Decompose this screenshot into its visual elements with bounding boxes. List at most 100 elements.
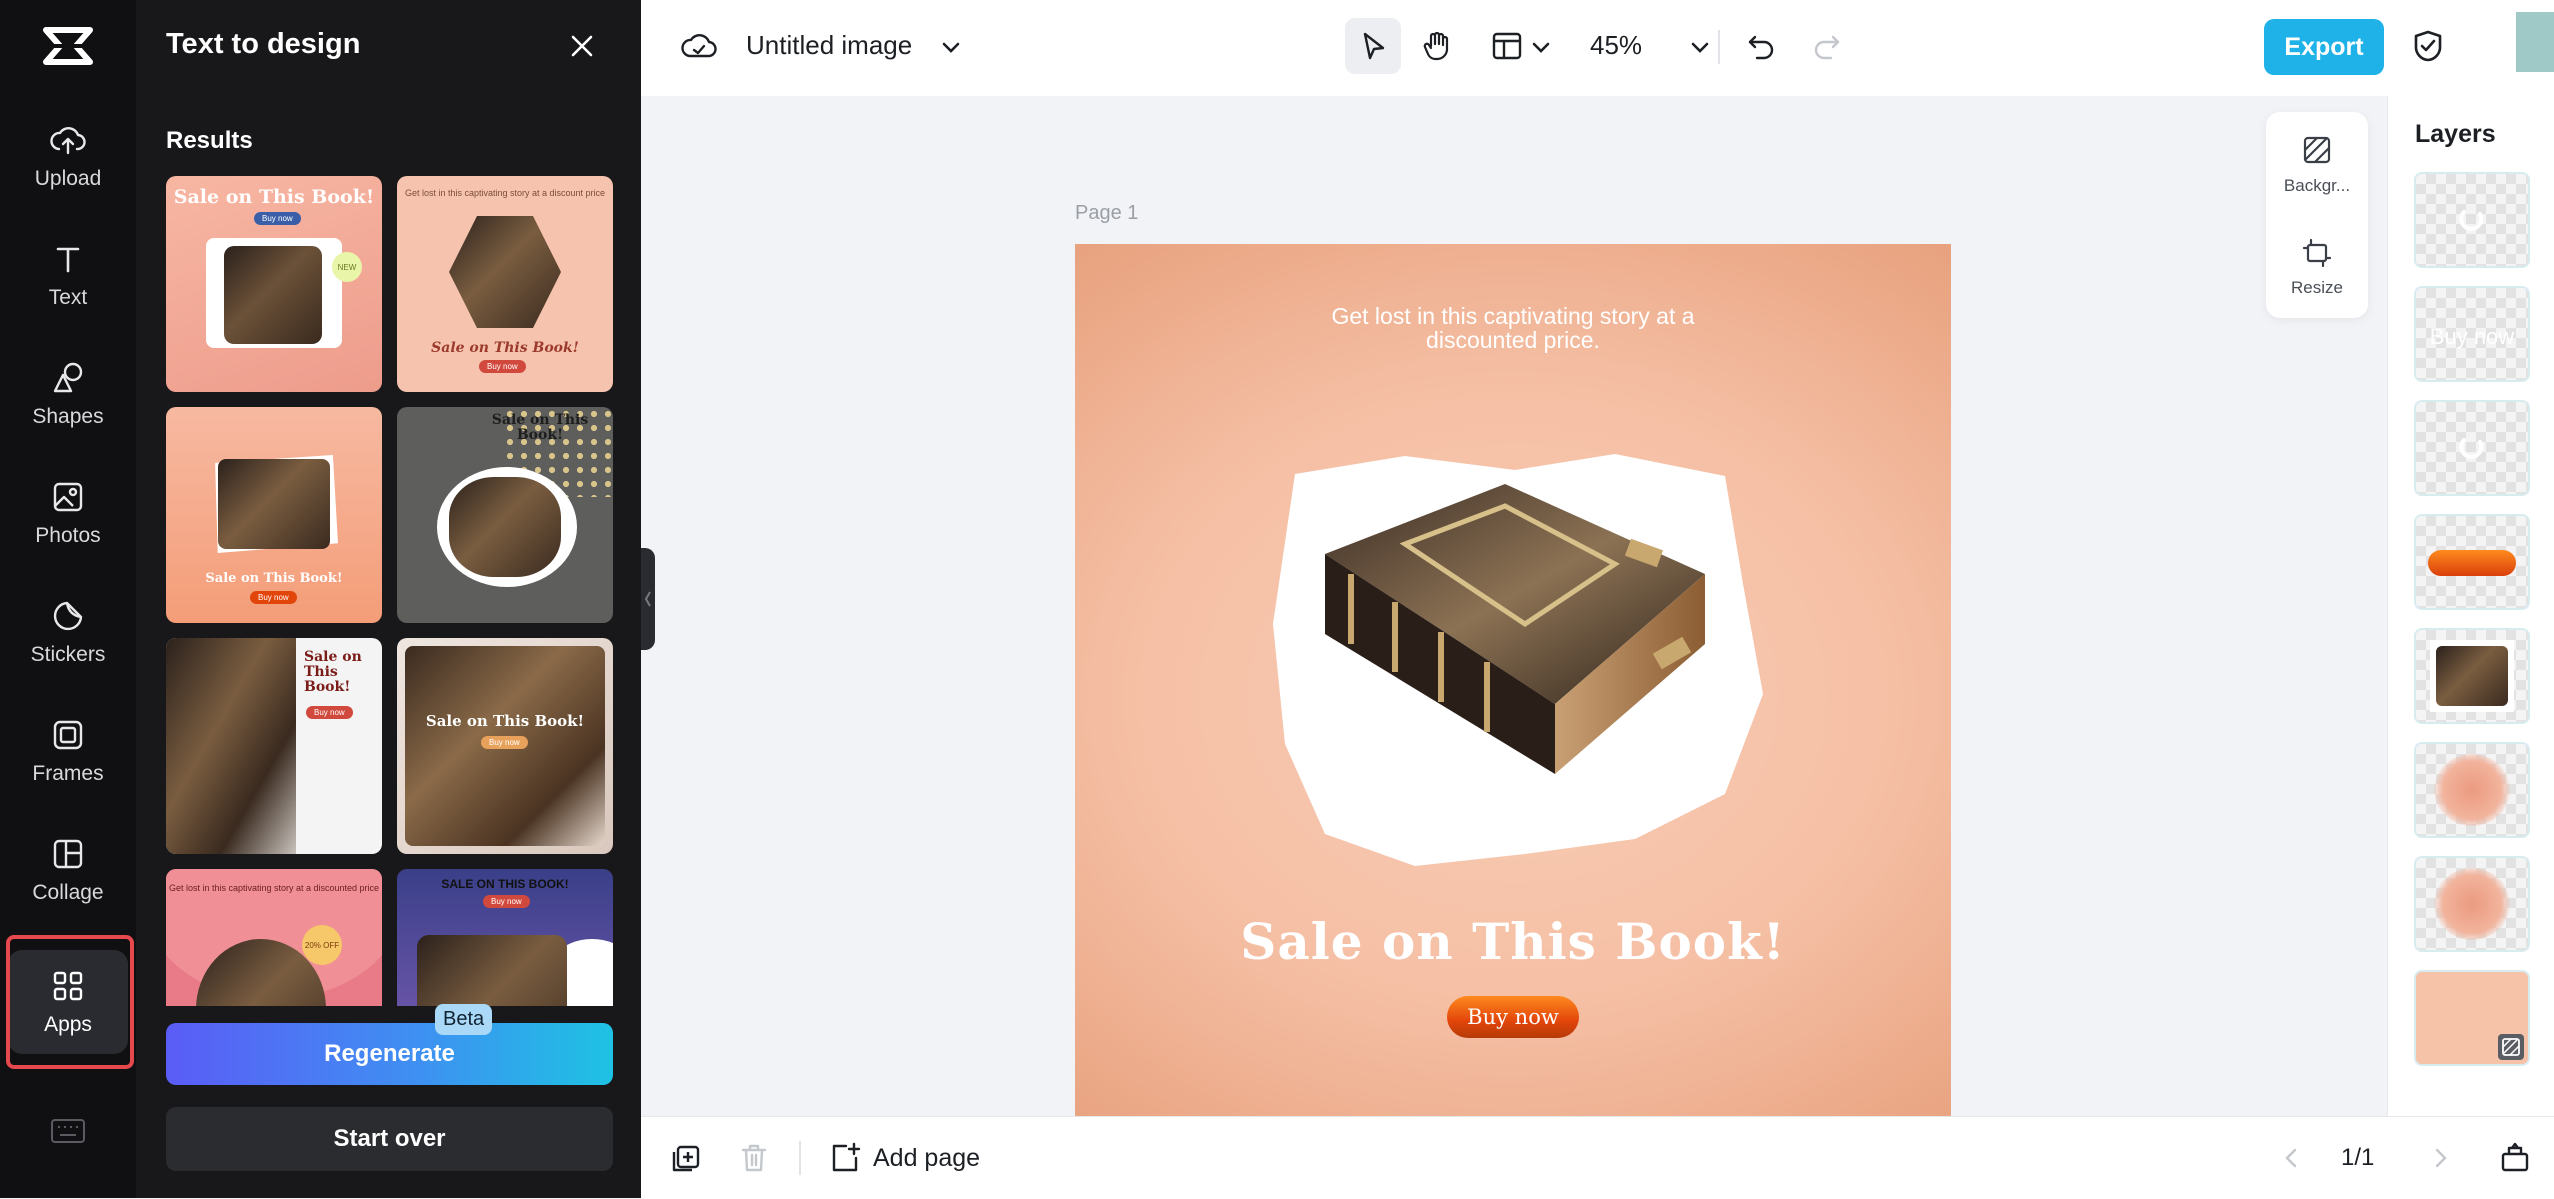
start-over-button[interactable]: Start over	[166, 1107, 613, 1171]
rail-item-stickers[interactable]: Stickers	[8, 580, 128, 684]
apps-selection-highlight	[6, 935, 134, 1069]
duplicate-page-icon[interactable]	[666, 1138, 706, 1178]
add-page-button[interactable]: Add page	[873, 1144, 980, 1173]
layers-title: Layers	[2415, 120, 2496, 148]
chevron-down-icon[interactable]	[931, 28, 971, 68]
thumbnail-heading: Sale on This Book!	[425, 712, 585, 730]
trash-icon[interactable]	[734, 1138, 774, 1178]
loading-spinner-icon	[2459, 438, 2484, 459]
thumbnail-heading: Sale on This Book!	[491, 412, 589, 443]
result-thumbnail-5[interactable]: Sale on This Book! Buy now	[166, 638, 382, 854]
layer-item-1[interactable]	[2414, 172, 2530, 268]
resize-icon	[2302, 238, 2332, 268]
rail-item-photos[interactable]: Photos	[8, 461, 128, 565]
layer-item-2[interactable]: Buy now	[2414, 286, 2530, 382]
thumbnail-heading: Sale on This Book!	[431, 340, 579, 356]
thumbnail-button: Buy now	[479, 360, 526, 373]
layer-blur-preview	[2434, 868, 2510, 940]
thumbnail-subtitle: Get lost in this captivating story at a …	[168, 883, 380, 893]
rail-item-upload[interactable]: Upload	[8, 104, 128, 208]
rail-item-label: Upload	[34, 167, 102, 190]
avatar[interactable]	[2516, 12, 2554, 72]
toolbar-divider	[799, 1141, 801, 1175]
keyboard-shortcuts-icon[interactable]	[50, 1118, 86, 1144]
rail-item-label: Stickers	[30, 643, 106, 666]
pages-panel-icon[interactable]	[2495, 1138, 2535, 1178]
rail-item-label: Text	[48, 286, 88, 309]
layer-item-7[interactable]	[2414, 856, 2530, 952]
shield-check-icon[interactable]	[2408, 26, 2448, 66]
loading-spinner-icon	[2459, 210, 2484, 231]
page-subtitle-text[interactable]: Get lost in this captivating story at a …	[1305, 304, 1721, 352]
page-label: Page 1	[1075, 202, 1139, 224]
results-grid: Sale on This Book! Buy now NEW Get lost …	[166, 176, 613, 1006]
thumbnail-heading: Sale on This Book!	[205, 571, 343, 586]
thumbnail-subtitle: Get lost in this captivating story at a …	[404, 188, 606, 198]
page-count: 1/1	[2341, 1144, 2375, 1171]
redo-icon[interactable]	[1807, 26, 1847, 66]
result-thumbnail-3[interactable]: Sale on This Book! Buy now	[166, 407, 382, 623]
buy-now-button[interactable]: Buy now	[1447, 996, 1579, 1038]
book-image	[218, 459, 330, 549]
results-label: Results	[166, 127, 253, 154]
result-thumbnail-7[interactable]: Get lost in this captivating story at a …	[166, 869, 382, 1006]
layer-item-6[interactable]	[2414, 742, 2530, 838]
chevron-down-icon[interactable]	[1521, 28, 1561, 68]
layer-item-4[interactable]	[2414, 514, 2530, 610]
add-page-icon[interactable]	[826, 1138, 866, 1178]
photos-icon	[53, 482, 83, 512]
rail-item-collage[interactable]: Collage	[8, 818, 128, 922]
document-title[interactable]: Untitled image	[746, 30, 912, 61]
thumbnail-heading: Sale on This Book!	[304, 649, 362, 695]
rail-item-text[interactable]: Text	[8, 223, 128, 327]
result-thumbnail-1[interactable]: Sale on This Book! Buy now NEW	[166, 176, 382, 392]
result-thumbnail-2[interactable]: Get lost in this captivating story at a …	[397, 176, 613, 392]
capcut-logo-icon[interactable]	[40, 24, 96, 68]
rail-item-label: Photos	[35, 524, 101, 547]
background-icon	[2303, 136, 2331, 164]
layer-item-5[interactable]	[2414, 628, 2530, 724]
chevron-left-icon[interactable]	[2271, 1138, 2311, 1178]
thumbnail-button: Buy now	[306, 706, 353, 719]
hand-pan-icon[interactable]	[1417, 26, 1457, 66]
result-thumbnail-8[interactable]: SALE ON THIS BOOK! Buy now	[397, 869, 613, 1006]
rail-item-label: Collage	[32, 881, 104, 904]
regenerate-button[interactable]: Regenerate	[166, 1023, 613, 1085]
result-thumbnail-6[interactable]: Sale on This Book! Buy now	[397, 638, 613, 854]
rail-item-shapes[interactable]: Shapes	[8, 342, 128, 446]
upload-cloud-icon	[50, 127, 86, 155]
book-image[interactable]	[1255, 444, 1775, 874]
background-tool-label: Backgr...	[2283, 176, 2351, 195]
design-page[interactable]: Get lost in this captivating story at a …	[1075, 244, 1951, 1116]
shapes-icon	[53, 362, 83, 393]
layer-item-3[interactable]	[2414, 400, 2530, 496]
page-heading-text[interactable]: Sale on This Book!	[1075, 912, 1951, 971]
layer-blur-preview	[2434, 754, 2510, 826]
layer-item-8[interactable]	[2414, 970, 2530, 1066]
thumbnail-button: Buy now	[250, 591, 297, 604]
chevron-right-icon[interactable]	[2421, 1138, 2461, 1178]
rail-item-frames[interactable]: Frames	[8, 699, 128, 803]
background-tool[interactable]: Backgr...	[2266, 122, 2368, 212]
resize-tool[interactable]: Resize	[2266, 224, 2368, 314]
close-icon[interactable]	[566, 30, 598, 62]
frames-icon	[53, 720, 83, 750]
chevron-down-icon[interactable]	[1680, 28, 1720, 68]
cloud-sync-icon[interactable]	[679, 26, 719, 66]
export-button[interactable]: Export	[2264, 19, 2384, 75]
text-to-design-panel: Text to design Results Sale on This Book…	[136, 0, 641, 1198]
beta-badge: Beta	[435, 1004, 493, 1035]
undo-icon[interactable]	[1741, 26, 1781, 66]
thumbnail-button: Buy now	[254, 212, 301, 225]
panel-title: Text to design	[166, 28, 361, 60]
layer-button-preview	[2428, 550, 2516, 576]
book-image	[449, 216, 561, 328]
zoom-level[interactable]: 45%	[1590, 30, 1642, 61]
thumbnail-button: Buy now	[483, 895, 530, 908]
result-thumbnail-4[interactable]: Sale on This Book!	[397, 407, 613, 623]
book-image	[449, 477, 561, 577]
bottom-toolbar: Add page 1/1	[641, 1116, 2554, 1199]
select-cursor-icon[interactable]	[1353, 26, 1393, 66]
toolbar-divider	[1718, 30, 1720, 64]
thumbnail-heading: SALE ON THIS BOOK!	[441, 877, 569, 891]
